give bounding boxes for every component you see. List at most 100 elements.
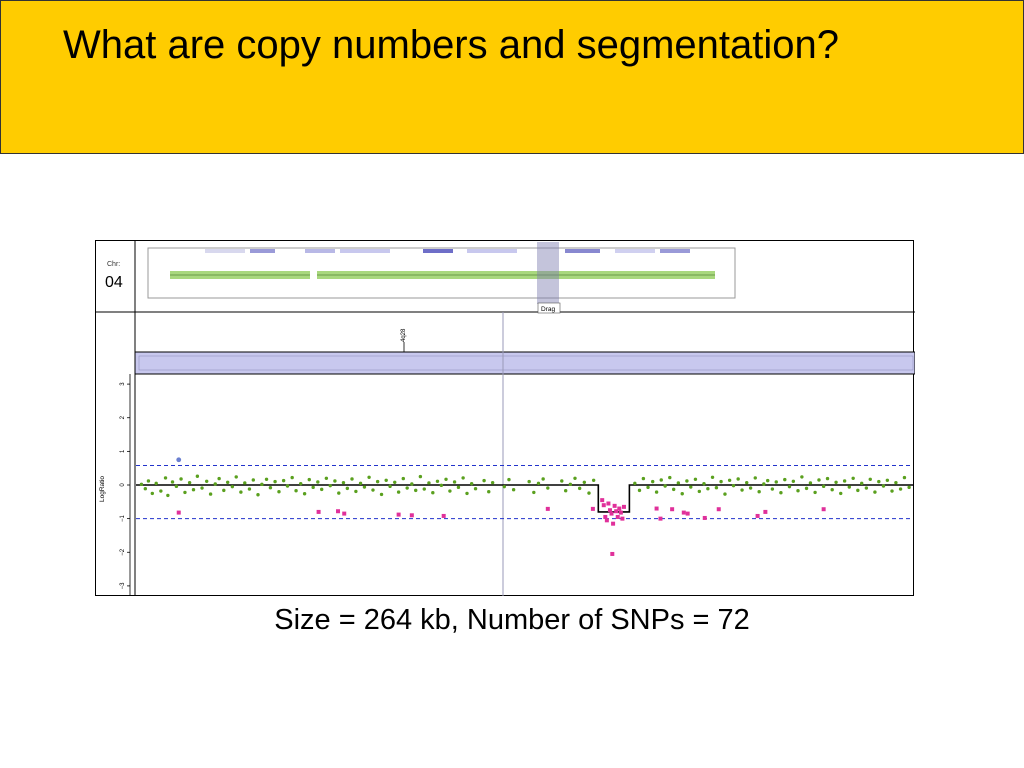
normal-point xyxy=(898,487,903,491)
chr-label: Chr: xyxy=(107,261,120,268)
normal-point xyxy=(473,487,478,491)
normal-point xyxy=(563,489,568,493)
band-label: 4q28 xyxy=(401,328,407,342)
normal-point xyxy=(877,479,881,484)
normal-point xyxy=(740,488,744,492)
normal-point xyxy=(851,476,855,480)
normal-point xyxy=(676,481,681,485)
normal-point xyxy=(299,481,303,486)
normal-point xyxy=(804,486,809,491)
normal-point xyxy=(507,477,511,482)
normal-point xyxy=(375,479,380,484)
normal-point xyxy=(139,482,144,487)
normal-point xyxy=(766,478,770,483)
normal-point xyxy=(461,476,465,480)
normal-point xyxy=(456,485,461,490)
normal-point xyxy=(787,484,792,489)
normal-point xyxy=(410,482,414,486)
normal-point xyxy=(251,478,256,482)
loss-point xyxy=(545,506,550,511)
normal-point xyxy=(860,481,864,486)
normal-point xyxy=(748,486,753,490)
normal-point xyxy=(393,480,397,485)
loss-point xyxy=(618,510,623,515)
normal-point xyxy=(337,491,341,495)
normal-point xyxy=(143,487,148,491)
normal-point xyxy=(414,488,418,493)
normal-point xyxy=(856,488,860,493)
normal-point xyxy=(277,490,281,494)
normal-point xyxy=(405,486,409,490)
normal-point xyxy=(448,489,452,493)
normal-point xyxy=(511,488,516,492)
slide-title: What are copy numbers and segmentation? xyxy=(63,23,839,67)
normal-point xyxy=(208,492,213,496)
normal-point xyxy=(770,487,775,491)
loss-point xyxy=(755,513,760,518)
normal-point xyxy=(324,476,329,480)
normal-point xyxy=(587,491,591,495)
ideogram-band xyxy=(305,249,335,253)
normal-point xyxy=(808,481,813,485)
normal-point xyxy=(697,489,702,494)
loss-point xyxy=(620,516,625,521)
loss-point xyxy=(612,503,617,508)
normal-point xyxy=(222,488,226,493)
normal-point xyxy=(710,475,715,479)
loss-point xyxy=(670,507,675,512)
normal-point xyxy=(285,484,290,488)
loss-point xyxy=(610,551,615,556)
normal-point xyxy=(842,479,847,483)
normal-point xyxy=(902,475,907,480)
normal-point xyxy=(170,480,175,484)
normal-point xyxy=(641,476,646,481)
loss-point xyxy=(601,503,606,508)
normal-point xyxy=(651,479,655,484)
normal-point xyxy=(568,482,573,487)
normal-point xyxy=(825,476,830,481)
ideogram-band xyxy=(340,249,390,253)
normal-point xyxy=(821,484,826,489)
normal-point xyxy=(268,485,273,490)
loss-point xyxy=(658,516,663,521)
normal-point xyxy=(354,489,358,494)
normal-point xyxy=(431,491,435,495)
normal-point xyxy=(362,485,367,489)
loss-point xyxy=(396,512,401,517)
normal-point xyxy=(396,490,401,494)
normal-point xyxy=(422,487,426,491)
normal-point xyxy=(217,476,221,481)
normal-point xyxy=(753,476,757,480)
ideogram-band xyxy=(565,249,600,253)
normal-point xyxy=(307,477,311,482)
normal-point xyxy=(439,483,444,488)
normal-point xyxy=(191,488,196,492)
normal-point xyxy=(663,484,667,488)
loss-point xyxy=(441,513,446,518)
normal-point xyxy=(714,485,719,490)
loss-point xyxy=(176,510,181,515)
normal-point xyxy=(685,479,689,483)
normal-point xyxy=(881,484,886,488)
y-axis-label: LogRatio xyxy=(99,476,106,502)
normal-point xyxy=(873,490,877,494)
normal-point xyxy=(367,475,371,479)
normal-point xyxy=(573,476,577,480)
normal-point xyxy=(281,478,286,483)
normal-point xyxy=(195,474,200,478)
normal-point xyxy=(490,480,495,485)
normal-point xyxy=(384,478,388,482)
normal-point xyxy=(723,492,727,496)
normal-point xyxy=(736,477,740,481)
normal-point xyxy=(469,481,474,486)
copy-number-plot: Chr: 04 Drag 4q28 LogRatio 3210−1−2−3 xyxy=(95,240,916,596)
normal-point xyxy=(885,478,890,482)
y-tick-label: −1 xyxy=(120,515,126,523)
ideogram-band xyxy=(660,249,690,253)
normal-point xyxy=(560,479,564,483)
normal-point xyxy=(864,486,869,490)
normal-point xyxy=(693,477,698,481)
normal-point xyxy=(774,480,778,484)
normal-point xyxy=(273,479,277,484)
drag-window[interactable] xyxy=(537,242,559,304)
